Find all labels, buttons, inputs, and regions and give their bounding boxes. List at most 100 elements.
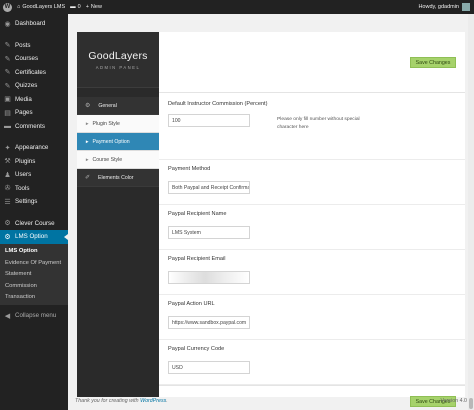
admin-footer: Thank you for creating with WordPress. V… <box>75 398 467 404</box>
tools-icon: ✇ <box>4 185 11 193</box>
field-paypal-action-url: Paypal Action URL https://www.sandbox.pay… <box>159 295 465 340</box>
settings-icon: ☰ <box>4 198 11 206</box>
panel-menu-plugin-style[interactable]: ► Plugin Style <box>77 115 159 133</box>
account-menu[interactable]: Howdy, gdadmin <box>418 3 470 11</box>
comments-icon: ▬ <box>4 122 11 130</box>
sidebar-item-label: Tools <box>15 184 30 192</box>
field-label: Paypal Action URL <box>168 301 215 307</box>
sidebar-item-media[interactable]: ▣ Media <box>0 93 68 107</box>
sidebar-item-label: Comments <box>15 122 45 130</box>
page-scrollbar[interactable] <box>468 14 474 410</box>
sidebar-item-label: Media <box>15 95 32 103</box>
submenu-item-evidence-of-payment[interactable]: Evidence Of Payment <box>0 257 68 269</box>
media-icon: ▣ <box>4 96 11 104</box>
site-name-link[interactable]: ⌂ GoodLayers LMS <box>17 4 65 10</box>
new-content-link[interactable]: + New <box>86 4 102 10</box>
new-label: New <box>90 4 102 10</box>
sidebar-item-certificates[interactable]: ✎ Certificates <box>0 66 68 80</box>
appearance-icon: ✦ <box>4 144 11 152</box>
submenu-item-transaction[interactable]: Transaction <box>0 292 68 304</box>
field-input[interactable]: https://www.sandbox.paypal.com <box>168 316 250 329</box>
sidebar-item-users[interactable]: ♟ Users <box>0 168 68 182</box>
field-paypal-recipient-email: Paypal Recipient Email (blurred) <box>159 250 465 295</box>
panel-menu-label: Elements Color <box>98 174 134 181</box>
field-paypal-currency-code: Paypal Currency Code USD <box>159 340 465 385</box>
field-input[interactable]: (blurred) <box>168 271 250 284</box>
chevron-right-icon: ► <box>85 139 90 144</box>
sidebar-item-label: Dashboard <box>15 20 46 28</box>
admin-bar: W ⌂ GoodLayers LMS ▬ 0 + New Howdy, gdad… <box>0 0 474 14</box>
scrollbar-thumb[interactable] <box>469 398 473 409</box>
brush-icon: ✐ <box>85 175 91 181</box>
goodlayers-panel-nav: GoodLayers ADMIN PANEL ⚙ General ► Plugin S… <box>77 32 159 397</box>
sidebar-item-label: Settings <box>15 198 38 206</box>
panel-menu-label: Plugin Style <box>92 120 120 127</box>
sidebar-item-courses[interactable]: ✎ Courses <box>0 52 68 66</box>
comments-link[interactable]: ▬ 0 <box>70 4 81 10</box>
pin-icon: ✎ <box>4 55 11 63</box>
sidebar-item-quizzes[interactable]: ✎ Quizzes <box>0 79 68 93</box>
sidebar-item-label: Clever Course <box>15 219 55 227</box>
collapse-label: Collapse menu <box>15 312 57 320</box>
collapse-icon: ◀ <box>4 312 11 320</box>
panel-menu-label: Course Style <box>92 156 123 163</box>
sidebar-item-tools[interactable]: ✇ Tools <box>0 182 68 196</box>
panel-menu-payment-option[interactable]: ► Payment Option <box>77 133 159 151</box>
footer-credit: Thank you for creating with WordPress. <box>75 398 168 404</box>
home-icon: ⌂ <box>17 4 21 10</box>
panel-menu-general[interactable]: ⚙ General <box>77 97 159 115</box>
field-label: Paypal Recipient Email <box>168 256 226 262</box>
panel-menu-label: Payment Option <box>92 138 130 145</box>
sidebar-item-clever-course[interactable]: ⚙ Clever Course <box>0 217 68 231</box>
save-bar-top: Save Changes <box>159 32 465 93</box>
wordpress-link[interactable]: WordPress <box>140 398 166 404</box>
sidebar-item-pages[interactable]: ▤ Pages <box>0 106 68 120</box>
comment-bubble-icon: ▬ <box>70 4 76 10</box>
sidebar-item-label: Pages <box>15 109 33 117</box>
sidebar-item-settings[interactable]: ☰ Settings <box>0 195 68 209</box>
gear-icon: ⚙ <box>4 233 11 241</box>
sidebar-item-label: LMS Option <box>15 233 48 241</box>
sidebar-item-label: Users <box>15 171 32 179</box>
main-content: GoodLayers ADMIN PANEL ⚙ General ► Plugin S… <box>68 14 474 410</box>
goodlayers-logo: GoodLayers <box>88 49 148 62</box>
sidebar-item-plugins[interactable]: ⚒ Plugins <box>0 155 68 169</box>
field-input[interactable]: Both Paypal and Receipt Confirmat <box>168 181 250 194</box>
wp-version: Version 4.0 <box>440 398 467 404</box>
admin-sidebar: ◉ Dashboard ✎ Posts ✎ Courses ✎ Certificates ✎ Qu… <box>0 14 68 410</box>
field-input[interactable]: LMS System <box>168 226 250 239</box>
comments-count: 0 <box>77 4 81 10</box>
submenu-item-statement[interactable]: Statement <box>0 269 68 281</box>
plus-icon: + <box>85 4 89 10</box>
sidebar-item-lms-option[interactable]: ⚙ LMS Option <box>0 230 68 244</box>
pin-icon: ✎ <box>4 69 11 77</box>
sidebar-item-dashboard[interactable]: ◉ Dashboard <box>0 17 68 31</box>
chevron-right-icon: ► <box>85 157 90 162</box>
goodlayers-header: GoodLayers ADMIN PANEL <box>77 32 159 88</box>
howdy-text: Howdy, gdadmin <box>418 4 459 10</box>
admin-panel-subtitle: ADMIN PANEL <box>95 64 141 70</box>
gear-icon: ⚙ <box>4 220 11 228</box>
panel-menu-elements-color[interactable]: ✐ Elements Color <box>77 169 159 187</box>
sidebar-item-appearance[interactable]: ✦ Appearance <box>0 141 68 155</box>
field-description: Please only fill number without special … <box>277 117 360 130</box>
pin-icon: ✎ <box>4 82 11 90</box>
lms-submenu: LMS Option Evidence Of Payment Statement… <box>0 243 68 305</box>
sidebar-item-posts[interactable]: ✎ Posts <box>0 39 68 53</box>
panel-menu-course-style[interactable]: ► Course Style <box>77 151 159 169</box>
save-changes-button-top[interactable]: Save Changes <box>410 57 456 68</box>
pin-icon: ✎ <box>4 42 11 50</box>
sidebar-item-comments[interactable]: ▬ Comments <box>0 120 68 134</box>
submenu-item-lms-option[interactable]: LMS Option <box>0 246 68 258</box>
submenu-item-commission[interactable]: Commission <box>0 280 68 292</box>
pages-icon: ▤ <box>4 109 11 117</box>
collapse-menu-button[interactable]: ◀ Collapse menu <box>0 309 68 323</box>
field-input[interactable]: 100 <box>168 114 250 127</box>
wordpress-logo-icon[interactable]: W <box>3 2 12 12</box>
field-input[interactable]: USD <box>168 361 250 374</box>
options-panel: Save Changes Default Instructor Commissi… <box>159 32 465 407</box>
sidebar-item-label: Quizzes <box>15 82 38 90</box>
field-paypal-recipient-name: Paypal Recipient Name LMS System <box>159 205 465 250</box>
dashboard-icon: ◉ <box>4 20 11 28</box>
sidebar-item-label: Appearance <box>15 144 49 152</box>
